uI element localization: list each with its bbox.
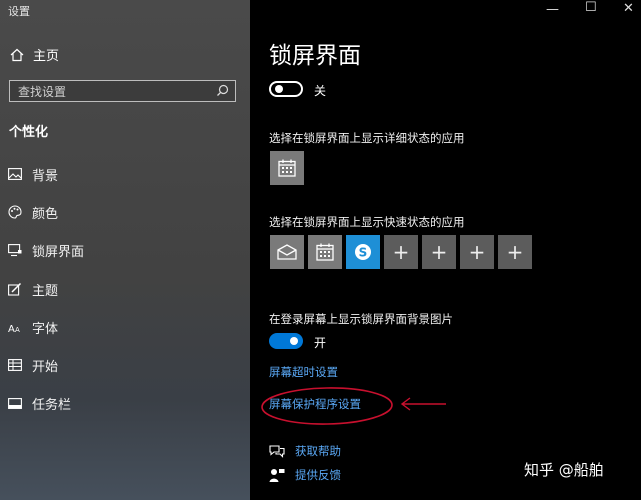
- calendar-icon: [316, 243, 334, 261]
- window-title: 设置: [8, 5, 30, 18]
- show-background-toggle[interactable]: [269, 333, 303, 349]
- lockscreen-icon: [8, 243, 22, 256]
- add-quick-status-app-button[interactable]: +: [384, 235, 418, 269]
- palette-icon: [8, 205, 22, 219]
- toggle-knob: [275, 85, 283, 93]
- lockscreen-toggle[interactable]: [269, 81, 303, 97]
- quick-status-label: 选择在锁屏界面上显示快速状态的应用: [269, 215, 465, 229]
- svg-text:A: A: [8, 324, 15, 333]
- sidebar-item-colors[interactable]: 颜色: [0, 197, 250, 227]
- font-icon: AA: [8, 324, 20, 333]
- quick-status-app-calendar[interactable]: [308, 235, 342, 269]
- add-icon: +: [468, 240, 486, 264]
- add-quick-status-app-button[interactable]: +: [498, 235, 532, 269]
- sidebar-item-label: 开始: [32, 359, 59, 375]
- mail-icon: [277, 244, 297, 260]
- sidebar-item-label: 任务栏: [32, 397, 72, 413]
- quick-status-app-skype[interactable]: S: [346, 235, 380, 269]
- picture-icon: [8, 168, 22, 180]
- main-content: — ☐ ✕ 锁屏界面 关 选择在锁屏界面上显示详细状态的应用 选择在锁屏界面上显…: [250, 0, 641, 500]
- home-icon: [10, 48, 24, 61]
- add-quick-status-app-button[interactable]: +: [460, 235, 494, 269]
- calendar-icon: [278, 159, 296, 177]
- feedback-person-icon: [269, 469, 285, 482]
- sidebar-item-label: 主题: [32, 283, 59, 299]
- search-box[interactable]: [9, 80, 236, 103]
- home-nav-item[interactable]: 主页: [10, 45, 59, 64]
- sidebar-item-label: 锁屏界面: [32, 244, 85, 260]
- add-quick-status-app-button[interactable]: +: [422, 235, 456, 269]
- toggle-state-label: 开: [314, 336, 327, 350]
- get-help-label: 获取帮助: [295, 444, 341, 458]
- add-icon: +: [430, 240, 448, 264]
- sidebar-item-label: 字体: [32, 321, 59, 337]
- give-feedback-label: 提供反馈: [295, 468, 341, 482]
- watermark: 知乎 @船舶: [524, 461, 604, 479]
- show-background-label: 在登录屏幕上显示锁屏界面背景图片: [269, 312, 453, 326]
- sidebar-item-themes[interactable]: 主题: [0, 274, 250, 304]
- sidebar-item-lockscreen[interactable]: 锁屏界面: [0, 235, 250, 265]
- maximize-button[interactable]: ☐: [585, 0, 597, 15]
- detailed-status-label: 选择在锁屏界面上显示详细状态的应用: [269, 131, 465, 145]
- brush-icon: [8, 282, 22, 296]
- start-icon: [8, 359, 22, 371]
- give-feedback-link[interactable]: 提供反馈: [269, 467, 341, 483]
- sidebar-item-background[interactable]: 背景: [0, 159, 250, 189]
- sidebar: 设置 主页 个性化 背景 颜色 锁屏界面 主题 AA 字体 开始: [0, 0, 250, 500]
- add-icon: +: [392, 240, 410, 264]
- detailed-status-app-calendar[interactable]: [270, 151, 304, 185]
- home-label: 主页: [33, 49, 60, 64]
- minimize-button[interactable]: —: [546, 2, 559, 17]
- add-icon: +: [506, 240, 524, 264]
- screensaver-settings-link[interactable]: 屏幕保护程序设置: [269, 396, 361, 412]
- help-chat-icon: [269, 445, 285, 458]
- page-title: 锁屏界面: [269, 43, 361, 69]
- svg-text:A: A: [15, 326, 20, 333]
- screen-timeout-settings-link[interactable]: 屏幕超时设置: [269, 364, 338, 380]
- sidebar-item-label: 颜色: [32, 206, 59, 222]
- toggle-state-label: 关: [314, 84, 327, 98]
- section-title-personalization: 个性化: [9, 125, 49, 140]
- search-icon[interactable]: [216, 84, 229, 97]
- svg-text:S: S: [359, 246, 368, 260]
- taskbar-icon: [8, 397, 22, 409]
- skype-icon: S: [355, 244, 371, 260]
- sidebar-item-label: 背景: [32, 168, 59, 184]
- close-button[interactable]: ✕: [623, 1, 634, 16]
- sidebar-item-fonts[interactable]: AA 字体: [0, 312, 250, 342]
- quick-status-app-mail[interactable]: [270, 235, 304, 269]
- sidebar-item-taskbar[interactable]: 任务栏: [0, 388, 250, 418]
- get-help-link[interactable]: 获取帮助: [269, 443, 341, 459]
- toggle-knob: [290, 337, 298, 345]
- sidebar-item-start[interactable]: 开始: [0, 350, 250, 380]
- search-input[interactable]: [10, 81, 220, 103]
